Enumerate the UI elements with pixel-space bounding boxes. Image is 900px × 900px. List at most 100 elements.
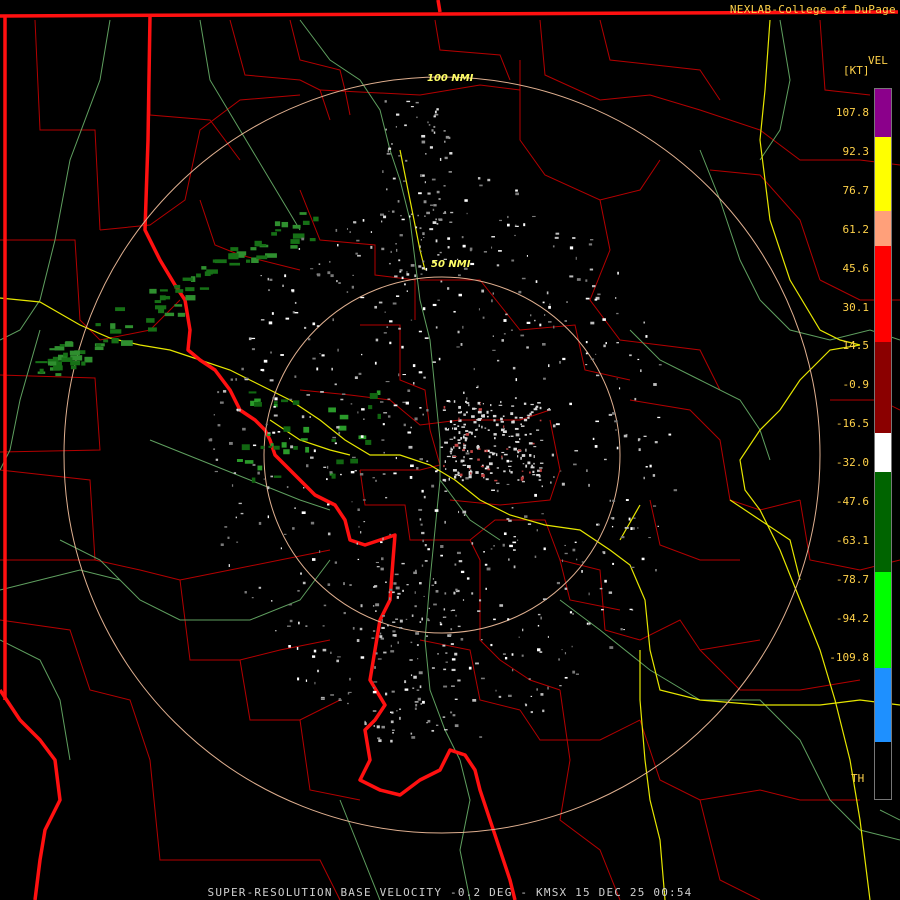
echo-speck [424,337,429,339]
echo-speck [511,507,514,509]
echo-speck [354,469,357,472]
echo-speck [487,429,490,431]
echo-speck [438,218,443,221]
echo-speck [426,211,430,215]
echo-speck [432,208,435,211]
echo-speck [374,361,377,365]
echo-speck [521,454,526,457]
echo-speck [280,399,289,403]
echo-speck [388,262,391,265]
echo-speck [431,178,436,181]
echo-speck [418,508,423,511]
echo-speck [228,253,239,260]
echo-speck [347,692,350,695]
echo-speck [444,211,446,213]
echo-speck [360,296,365,299]
echo-speck [575,256,577,260]
echo-speck [620,536,625,539]
echo-speck [448,171,452,173]
echo-speck [299,212,307,215]
echo-speck [70,365,77,370]
echo-speck [450,643,454,646]
echo-speck [340,398,344,401]
echo-speck [481,474,485,478]
echo-speck [302,220,310,225]
echo-speck [309,238,316,242]
echo-speck [561,482,565,486]
echo-speck [616,342,619,344]
colorscale-tick: -109.8 [829,650,869,664]
echo-speck [312,558,316,561]
echo-speck [475,662,479,665]
echo-speck [417,658,419,660]
echo-speck [493,419,496,422]
echo-speck [159,289,168,292]
echo-speck [450,711,453,714]
echo-speck [229,262,241,266]
echo-speck [409,659,413,661]
echo-speck [406,100,411,103]
echo-speck [416,116,418,119]
rivers [0,19,900,900]
echo-speck [219,401,224,404]
echo-speck [159,295,166,301]
echo-speck [402,589,404,592]
echo-speck [302,581,306,585]
echo-speck [120,340,133,346]
echo-speck [415,703,418,707]
echo-speck [450,628,453,631]
echo-speck [478,448,481,450]
echo-speck [415,101,419,104]
echo-speck [260,319,265,321]
echo-speck [527,523,532,525]
echo-speck [410,641,413,644]
echo-speck [468,475,472,479]
echo-speck [436,108,439,111]
echo-speck [372,686,375,689]
echo-speck [433,603,437,606]
echo-speck [380,541,383,544]
echo-speck [433,204,437,207]
echo-speck [416,689,420,691]
echo-speck [296,646,299,650]
echo-speck [488,455,491,459]
echo-speck [425,635,429,637]
echo-speck [425,153,427,155]
echo-speck [630,566,635,568]
echo-speck [484,449,488,453]
echo-speck [376,725,380,729]
echo-speck [241,444,250,451]
colorscale-band [875,433,891,473]
echo-speck [462,449,465,451]
echo-speck [323,466,327,468]
echo-speck [390,250,392,254]
echo-speck [413,675,417,679]
echo-speck [521,654,524,657]
echo-speck [393,404,398,407]
echo-speck [318,263,321,265]
echo-speck [306,394,311,396]
echo-speck [438,198,441,201]
echo-speck [464,199,468,202]
echo-speck [352,274,354,276]
echo-speck [410,464,414,468]
echo-speck [460,437,463,440]
echo-speck [453,475,457,479]
echo-speck [449,152,453,155]
colorscale-band [875,136,891,211]
echo-speck [465,400,468,403]
echo-speck [442,716,446,718]
echo-speck [649,464,652,468]
echo-speck [530,314,532,317]
echo-speck [442,644,446,647]
echo-speck [528,442,533,445]
echo-speck [341,393,346,395]
echo-speck [597,293,601,296]
echo-speck [256,255,268,260]
echo-speck [463,423,466,426]
echo-speck [457,474,461,477]
echo-speck [478,409,481,412]
echo-speck [637,527,639,529]
echo-speck [443,185,446,187]
echo-speck [637,358,640,361]
